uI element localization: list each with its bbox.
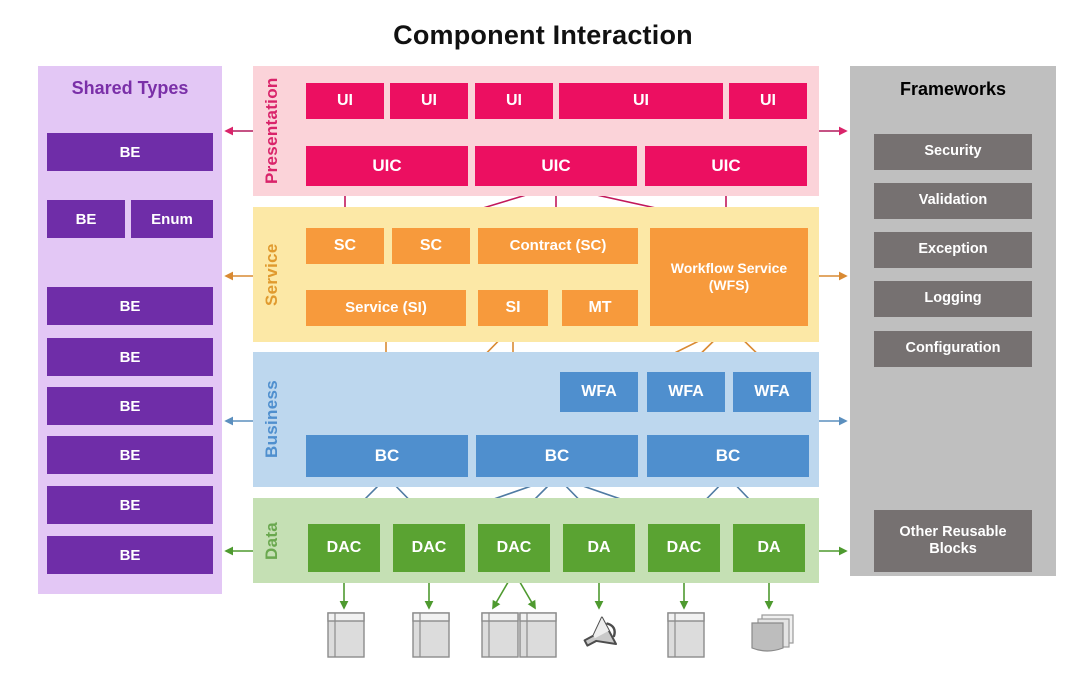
shared-type-be-6[interactable]: BE (47, 436, 213, 474)
node-presentation-ui[interactable]: UI (390, 83, 468, 119)
shared-type-be-1[interactable]: BE (47, 200, 125, 238)
node-data-da[interactable]: DA (733, 524, 805, 572)
node-service-workflow-service-wfs[interactable]: Workflow Service (WFS) (650, 228, 808, 326)
page-title: Component Interaction (393, 20, 693, 50)
framework-security[interactable]: Security (874, 134, 1032, 170)
node-business-wfa[interactable]: WFA (647, 372, 725, 412)
node-data-da[interactable]: DA (563, 524, 635, 572)
framework-exception[interactable]: Exception (874, 232, 1032, 268)
database-icon (481, 612, 519, 663)
node-data-dac[interactable]: DAC (478, 524, 550, 572)
shared-type-enum-2[interactable]: Enum (131, 200, 213, 238)
document-stack-icon (750, 612, 796, 659)
node-presentation-ui[interactable]: UI (475, 83, 553, 119)
database-icon (519, 612, 557, 663)
node-service-contract-sc[interactable]: Contract (SC) (478, 228, 638, 264)
node-business-bc[interactable]: BC (647, 435, 809, 477)
node-service-sc[interactable]: SC (306, 228, 384, 264)
node-business-bc[interactable]: BC (306, 435, 468, 477)
shared-type-be-4[interactable]: BE (47, 338, 213, 376)
node-data-dac[interactable]: DAC (308, 524, 380, 572)
shared-type-be-7[interactable]: BE (47, 486, 213, 524)
shared-type-be-5[interactable]: BE (47, 387, 213, 425)
database-icon (667, 612, 705, 663)
layer-label-business: Business (262, 380, 281, 459)
node-presentation-uic[interactable]: UIC (475, 146, 637, 186)
layer-label-presentation: Presentation (262, 77, 281, 185)
node-service-service-si[interactable]: Service (SI) (306, 290, 466, 326)
node-data-dac[interactable]: DAC (648, 524, 720, 572)
database-icon (412, 612, 450, 663)
layer-label-service: Service (262, 243, 281, 306)
node-business-bc[interactable]: BC (476, 435, 638, 477)
node-service-sc[interactable]: SC (392, 228, 470, 264)
shared-type-be-8[interactable]: BE (47, 536, 213, 574)
framework-validation[interactable]: Validation (874, 183, 1032, 219)
node-service-mt[interactable]: MT (562, 290, 638, 326)
framework-configuration[interactable]: Configuration (874, 331, 1032, 367)
node-presentation-ui[interactable]: UI (729, 83, 807, 119)
database-icon (327, 612, 365, 663)
shared-types-title: Shared Types (71, 78, 189, 98)
shared-type-be-0[interactable]: BE (47, 133, 213, 171)
node-presentation-uic[interactable]: UIC (306, 146, 468, 186)
service-endpoint-icon (578, 612, 624, 663)
framework-logging[interactable]: Logging (874, 281, 1032, 317)
node-presentation-ui[interactable]: UI (559, 83, 723, 119)
frameworks-title: Frameworks (899, 79, 1007, 99)
node-service-si[interactable]: SI (478, 290, 548, 326)
node-presentation-uic[interactable]: UIC (645, 146, 807, 186)
layer-label-data: Data (262, 521, 281, 560)
node-data-dac[interactable]: DAC (393, 524, 465, 572)
shared-type-be-3[interactable]: BE (47, 287, 213, 325)
node-presentation-ui[interactable]: UI (306, 83, 384, 119)
diagram-canvas: Component Interaction Shared Types BE BE… (0, 0, 1086, 673)
node-business-wfa[interactable]: WFA (560, 372, 638, 412)
framework-other-reusable-blocks[interactable]: Other Reusable Blocks (874, 510, 1032, 572)
node-business-wfa[interactable]: WFA (733, 372, 811, 412)
